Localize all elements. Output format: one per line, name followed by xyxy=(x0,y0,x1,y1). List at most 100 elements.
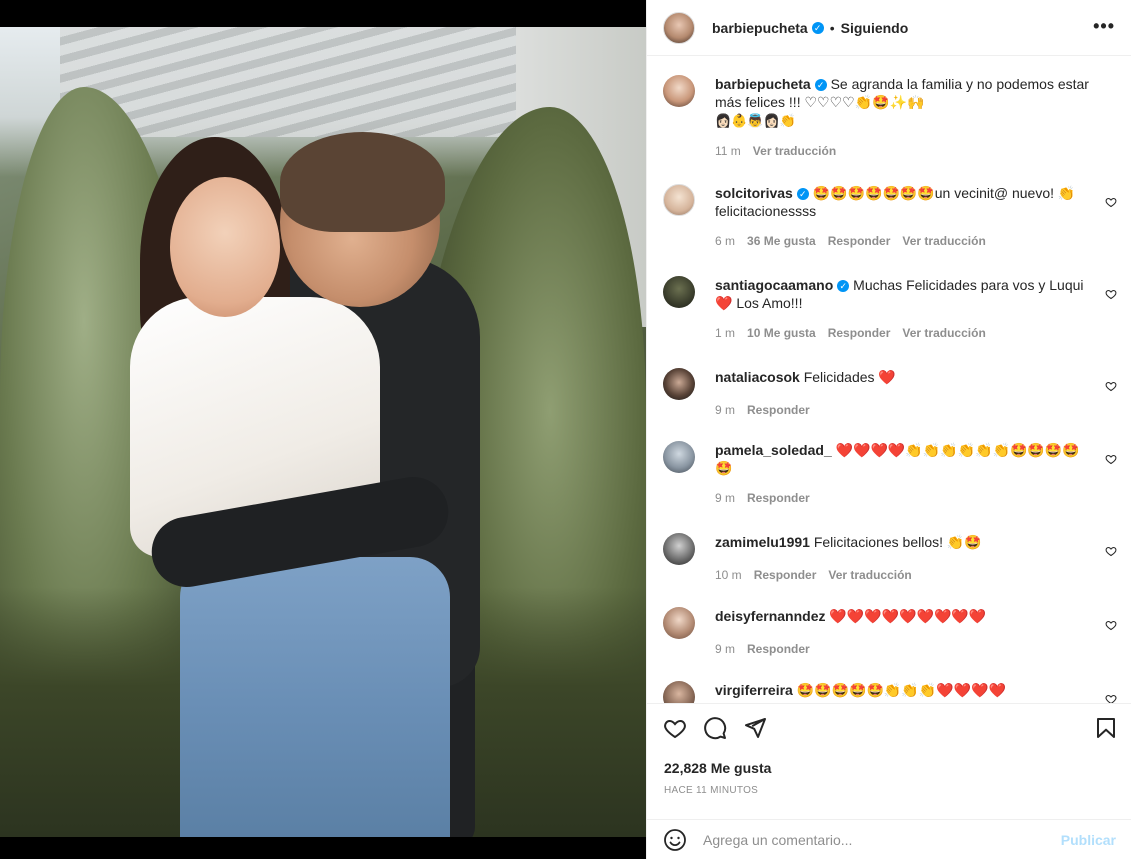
reply-button[interactable]: Responder xyxy=(747,403,810,417)
comment-body: santiagocaamano ✓ Muchas Felicidades para… xyxy=(715,276,1095,312)
comment-body: virgiferreira 🤩🤩🤩🤩🤩👏👏👏❤️❤️❤️❤️ xyxy=(715,681,1095,699)
caption-text-line2: más felices !!! ♡♡♡♡👏🤩✨🙌 xyxy=(715,94,925,110)
comment-body: zamimelu1991 Felicitaciones bellos! 👏🤩 xyxy=(715,533,1095,551)
post-photo[interactable] xyxy=(0,27,646,837)
comment-likes[interactable]: 10 Me gusta xyxy=(747,326,816,340)
caption-meta: 11 m Ver traducción xyxy=(715,144,1123,158)
caption: barbiepucheta ✓ Se agranda la familia y n… xyxy=(663,75,1123,158)
comment-avatar[interactable] xyxy=(663,368,695,400)
comment-body: deisyfernanndez ❤️❤️❤️❤️❤️❤️❤️❤️❤️ xyxy=(715,607,1095,625)
smiley-icon[interactable] xyxy=(663,828,687,852)
author-avatar[interactable] xyxy=(663,11,695,44)
reply-button[interactable]: Responder xyxy=(754,568,817,582)
reply-button[interactable]: Responder xyxy=(747,491,810,505)
comment-time[interactable]: 10 m xyxy=(715,568,742,582)
comment-composer: Publicar xyxy=(647,819,1131,859)
comment-item: zamimelu1991 Felicitaciones bellos! 👏🤩 1… xyxy=(663,533,1123,582)
comment-text: ❤️❤️❤️❤️❤️❤️❤️❤️❤️ xyxy=(829,608,987,624)
comment-meta: 6 m 36 Me gusta Responder Ver traducción xyxy=(715,234,1123,248)
caption-time[interactable]: 11 m xyxy=(715,144,741,158)
reply-button[interactable]: Responder xyxy=(828,234,891,248)
post-timestamp[interactable]: HACE 11 MINUTOS xyxy=(664,785,758,796)
verified-badge-icon: ✓ xyxy=(811,21,824,34)
comment-likes[interactable]: 36 Me gusta xyxy=(747,234,816,248)
comment-username[interactable]: zamimelu1991 xyxy=(715,534,810,550)
comment-like-heart-icon[interactable] xyxy=(1105,693,1117,703)
comment-time[interactable]: 6 m xyxy=(715,234,735,248)
comment-username[interactable]: deisyfernanndez xyxy=(715,608,825,624)
comments-list[interactable]: barbiepucheta ✓ Se agranda la familia y n… xyxy=(647,57,1131,703)
comment-avatar[interactable] xyxy=(663,533,695,565)
comment-meta: 9 m Responder xyxy=(715,491,1123,505)
publish-button[interactable]: Publicar xyxy=(1061,832,1116,848)
comment-username[interactable]: santiagocaamano xyxy=(715,277,833,293)
separator-dot: • xyxy=(829,19,835,36)
comment-avatar[interactable] xyxy=(663,607,695,639)
caption-text-line1: Se agranda la familia y no podemos estar xyxy=(830,76,1089,92)
reply-button[interactable]: Responder xyxy=(828,326,891,340)
comment-time[interactable]: 9 m xyxy=(715,642,735,656)
comment-meta: 9 m Responder xyxy=(715,403,1123,417)
translate-link[interactable]: Ver traducción xyxy=(753,144,836,158)
comment-item: nataliacosok Felicidades ❤️ 9 m Responde… xyxy=(663,368,1123,417)
comment-time[interactable]: 9 m xyxy=(715,403,735,417)
photo-man-hair xyxy=(280,132,445,232)
comment-item: pamela_soledad_ ❤️❤️❤️❤️👏👏👏👏👏👏🤩🤩🤩🤩🤩 9 m … xyxy=(663,441,1123,505)
comment-text: Felicidades ❤️ xyxy=(803,369,896,385)
comment-time[interactable]: 9 m xyxy=(715,491,735,505)
verified-badge-icon: ✓ xyxy=(814,79,827,91)
translate-link[interactable]: Ver traducción xyxy=(828,568,911,582)
author-username[interactable]: barbiepucheta xyxy=(712,20,808,36)
translate-link[interactable]: Ver traducción xyxy=(902,326,985,340)
comment-avatar[interactable] xyxy=(663,276,695,308)
comment-avatar[interactable] xyxy=(663,184,695,216)
like-count[interactable]: 22,828 Me gusta xyxy=(664,760,771,776)
comment-input[interactable] xyxy=(703,831,1043,848)
reply-button[interactable]: Responder xyxy=(747,642,810,656)
comment-avatar[interactable] xyxy=(663,441,695,473)
comment-item: solcitorivas ✓ 🤩🤩🤩🤩🤩🤩🤩un vecinit@ nuevo! … xyxy=(663,184,1123,248)
comment-meta: 9 m Responder xyxy=(715,642,1123,656)
caption-emoji-line: 👩🏻👶👼👩🏻👏 xyxy=(715,113,796,128)
comment-icon[interactable] xyxy=(703,716,727,740)
post-actions: 22,828 Me gusta HACE 11 MINUTOS xyxy=(647,703,1131,823)
action-icons xyxy=(663,716,767,740)
comment-like-heart-icon[interactable] xyxy=(1105,619,1117,631)
comment-like-heart-icon[interactable] xyxy=(1105,453,1117,465)
caption-avatar[interactable] xyxy=(663,75,695,107)
translate-link[interactable]: Ver traducción xyxy=(902,234,985,248)
follow-button[interactable]: Siguiendo xyxy=(841,20,909,36)
verified-badge-icon: ✓ xyxy=(796,188,809,200)
comment-username[interactable]: virgiferreira xyxy=(715,682,793,698)
comment-meta: 1 m 10 Me gusta Responder Ver traducción xyxy=(715,326,1123,340)
bookmark-icon[interactable] xyxy=(1094,716,1118,740)
comment-item: virgiferreira 🤩🤩🤩🤩🤩👏👏👏❤️❤️❤️❤️ xyxy=(663,681,1123,703)
comment-body: nataliacosok Felicidades ❤️ xyxy=(715,368,1095,386)
comment-item: deisyfernanndez ❤️❤️❤️❤️❤️❤️❤️❤️❤️ 9 m R… xyxy=(663,607,1123,656)
photo-pergola xyxy=(60,27,580,137)
caption-username[interactable]: barbiepucheta xyxy=(715,76,811,92)
comment-like-heart-icon[interactable] xyxy=(1105,545,1117,557)
heart-icon[interactable] xyxy=(663,716,687,740)
comment-avatar[interactable] xyxy=(663,681,695,703)
comment-body: pamela_soledad_ ❤️❤️❤️❤️👏👏👏👏👏👏🤩🤩🤩🤩🤩 xyxy=(715,441,1095,477)
photo-woman-face xyxy=(170,177,280,317)
post-header: barbiepucheta ✓ • Siguiendo ••• xyxy=(647,0,1131,56)
comment-time[interactable]: 1 m xyxy=(715,326,735,340)
comment-text: Felicitaciones bellos! 👏🤩 xyxy=(813,534,982,550)
comment-body: solcitorivas ✓ 🤩🤩🤩🤩🤩🤩🤩un vecinit@ nuevo! … xyxy=(715,184,1095,220)
photo-jeans xyxy=(180,557,450,837)
comment-item: santiagocaamano ✓ Muchas Felicidades para… xyxy=(663,276,1123,340)
comment-like-heart-icon[interactable] xyxy=(1105,196,1117,208)
comment-like-heart-icon[interactable] xyxy=(1105,380,1117,392)
comment-text: 🤩🤩🤩🤩🤩👏👏👏❤️❤️❤️❤️ xyxy=(796,682,1006,698)
comment-username[interactable]: nataliacosok xyxy=(715,369,800,385)
post-side-panel: barbiepucheta ✓ • Siguiendo ••• barbiepu… xyxy=(646,0,1131,859)
more-options-icon[interactable]: ••• xyxy=(1093,16,1115,37)
comment-username[interactable]: solcitorivas xyxy=(715,185,793,201)
comment-meta: 10 m Responder Ver traducción xyxy=(715,568,1123,582)
comment-like-heart-icon[interactable] xyxy=(1105,288,1117,300)
comment-username[interactable]: pamela_soledad_ xyxy=(715,442,832,458)
share-icon[interactable] xyxy=(743,716,767,740)
caption-body: barbiepucheta ✓ Se agranda la familia y n… xyxy=(715,75,1095,130)
